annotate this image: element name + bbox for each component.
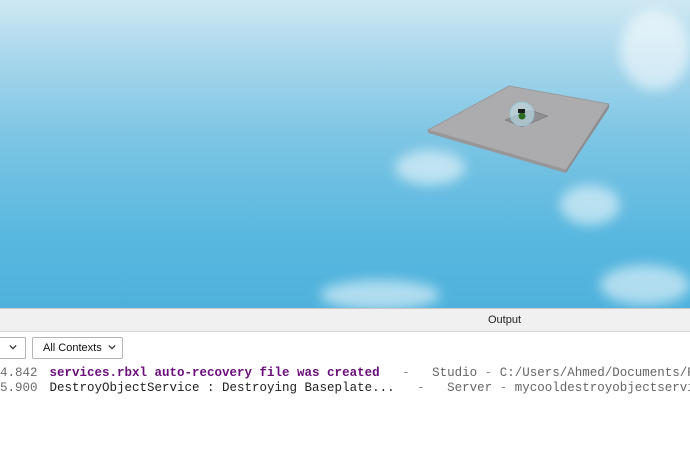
log-source[interactable]: mycooldestroyobjectservice:	[515, 381, 690, 395]
context-filter-value: All Contexts	[43, 342, 102, 354]
chevron-down-icon	[108, 344, 116, 350]
log-separator: -	[417, 381, 425, 395]
baseplate[interactable]	[0, 0, 690, 308]
output-toolbar: All Contexts	[0, 332, 690, 362]
log-context: Studio	[432, 366, 478, 380]
log-timestamp: 5.900	[0, 381, 38, 395]
viewport-3d[interactable]	[0, 0, 690, 308]
log-separator: -	[402, 366, 410, 380]
log-separator: -	[499, 381, 508, 395]
log-timestamp: 4.842	[0, 366, 38, 380]
log-context: Server	[447, 381, 493, 395]
log-line: 5.900 DestroyObjectService : Destroying …	[0, 380, 690, 396]
chevron-down-icon	[9, 344, 17, 350]
message-type-dropdown[interactable]	[0, 337, 26, 359]
log-line: 4.842 services.rbxl auto-recovery file w…	[0, 365, 690, 381]
output-log[interactable]: 4.842 services.rbxl auto-recovery file w…	[0, 362, 690, 464]
log-message: services.rbxl auto-recovery file was cre…	[49, 366, 380, 380]
context-filter-dropdown[interactable]: All Contexts	[32, 337, 123, 359]
log-separator: -	[484, 366, 493, 380]
log-source[interactable]: C:/Users/Ahmed/Documents/ROBLO	[500, 366, 690, 380]
log-message: DestroyObjectService : Destroying Basepl…	[49, 381, 395, 395]
output-panel-title: Output	[488, 314, 522, 326]
output-panel-header: Output	[0, 308, 690, 332]
